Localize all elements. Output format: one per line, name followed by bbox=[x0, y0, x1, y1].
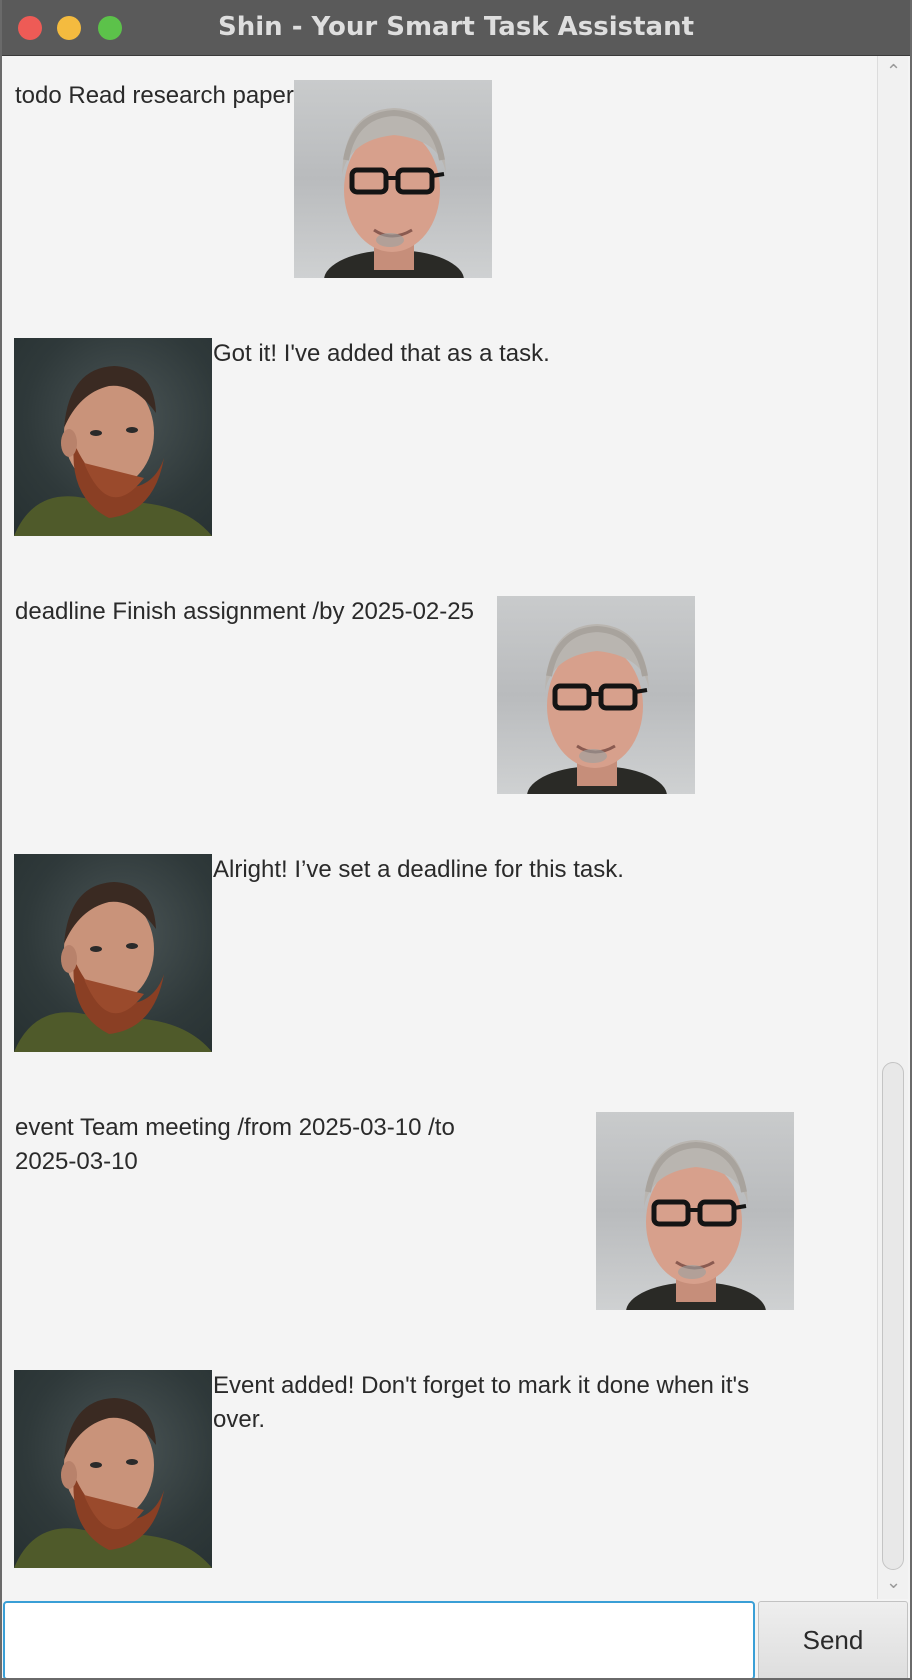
user-avatar-image bbox=[596, 1112, 794, 1310]
bot-avatar-image bbox=[14, 1370, 212, 1568]
user-avatar-image bbox=[497, 596, 695, 794]
vertical-scrollbar[interactable]: ⌃ ⌄ bbox=[877, 56, 908, 1599]
send-button[interactable]: Send bbox=[758, 1601, 908, 1680]
bot-avatar-image bbox=[14, 854, 212, 1052]
bot-avatar-image bbox=[14, 338, 212, 536]
input-bar: Send bbox=[0, 1599, 912, 1680]
user-message-text: deadline Finish assignment /by 2025-02-2… bbox=[15, 598, 474, 625]
chevron-up-icon[interactable]: ⌃ bbox=[878, 58, 909, 86]
bot-message-text: Event added! Don't forget to mark it don… bbox=[213, 1372, 750, 1433]
user-avatar bbox=[497, 596, 695, 794]
bot-message-text: Got it! I've added that as a task. bbox=[213, 340, 550, 367]
bot-avatar bbox=[14, 338, 212, 536]
user-avatar bbox=[596, 1112, 794, 1310]
user-avatar-image bbox=[294, 80, 492, 278]
app-window: Shin - Your Smart Task Assistant todo Re… bbox=[0, 0, 912, 1680]
window-title: Shin - Your Smart Task Assistant bbox=[217, 12, 695, 42]
user-avatar bbox=[294, 80, 492, 278]
chat-scroll-pane[interactable]: todo Read research paper Got it! I've ad… bbox=[3, 56, 877, 1599]
bot-message-text: Alright! I’ve set a deadline for this ta… bbox=[213, 856, 624, 883]
bot-avatar bbox=[14, 1370, 212, 1568]
chevron-down-icon[interactable]: ⌄ bbox=[878, 1569, 909, 1597]
title-bar[interactable]: Shin - Your Smart Task Assistant bbox=[0, 0, 912, 56]
bot-avatar bbox=[14, 854, 212, 1052]
message-input[interactable] bbox=[3, 1601, 755, 1680]
user-message-text: todo Read research paper bbox=[15, 82, 294, 109]
user-message-text: event Team meeting /from 2025-03-10 /to … bbox=[15, 1114, 455, 1175]
scrollbar-thumb[interactable] bbox=[882, 1062, 904, 1570]
